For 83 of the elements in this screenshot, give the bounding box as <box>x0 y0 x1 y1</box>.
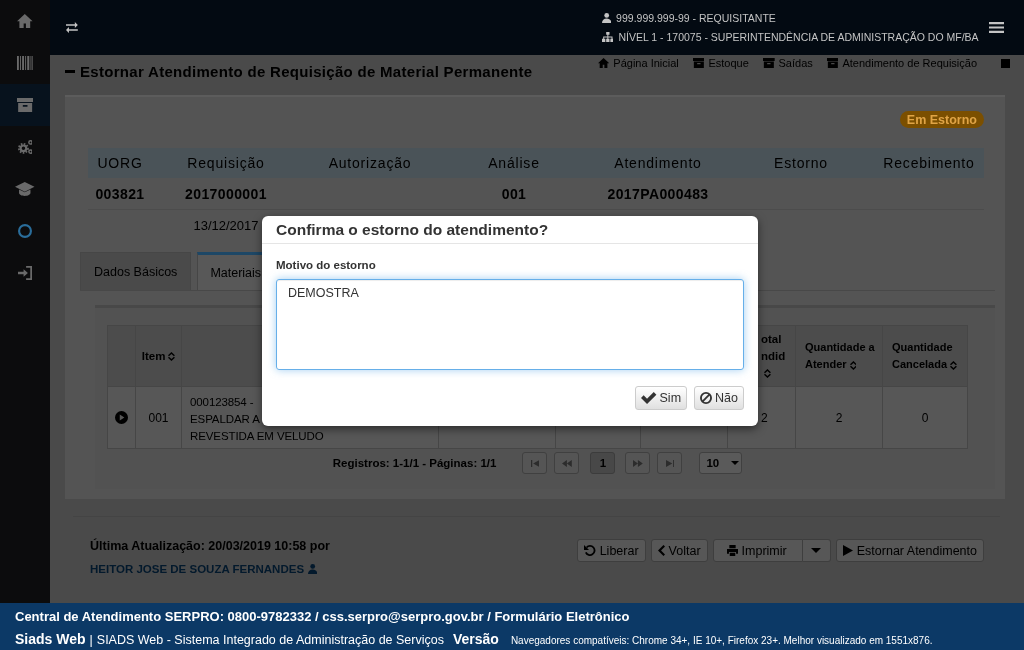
swap-arrows-icon[interactable] <box>66 22 78 33</box>
box-icon <box>826 58 839 68</box>
home-icon <box>598 58 610 68</box>
table-cell: 003821 <box>95 185 145 202</box>
column-header[interactable]: Quantidade Cancelada <box>883 326 967 387</box>
material-description: REVESTIDA EM VELUDO <box>190 429 324 444</box>
first-page-icon <box>530 459 540 467</box>
app-description: SIADS Web - Sistema Integrado de Administração de Serviços <box>96 633 444 647</box>
table-cell: 2 <box>835 410 843 425</box>
separator-text: | <box>89 633 93 647</box>
tab[interactable]: Dados Básicos <box>80 252 192 290</box>
box-icon <box>762 58 775 68</box>
action-button[interactable]: Estornar Atendimento <box>835 539 984 562</box>
material-description: 000123854 - <box>190 395 254 410</box>
user-info: 999.999.999-99 - REQUISITANTE <box>616 12 776 24</box>
reason-field[interactable]: DEMOSTRA <box>276 279 744 370</box>
breadcrumb-link[interactable]: Atendimento de Requisição <box>826 57 977 69</box>
page-size-select[interactable]: 10 <box>699 452 743 474</box>
table-cell: 13/12/2017 <box>193 217 259 233</box>
square-icon[interactable] <box>1001 58 1010 68</box>
printer-icon <box>726 545 738 556</box>
table-cell: 001 <box>501 185 527 202</box>
column-header: Atendimento <box>588 148 728 178</box>
play-icon <box>842 545 853 556</box>
undo-icon <box>584 545 596 556</box>
graduation-cap-icon <box>15 182 35 196</box>
version-label: Versão <box>452 631 499 647</box>
column-header[interactable]: Item <box>136 326 182 387</box>
org-unit: NÍVEL 1 - 170075 - SUPERINTENDÊNCIA DE ADMINISTRAÇÃO DO MF/BA <box>618 31 979 43</box>
box-icon <box>692 58 705 68</box>
field-label: Motivo do estorno <box>276 258 377 272</box>
dialog-button[interactable]: Sim <box>635 386 688 410</box>
browser-note: Navegadores compatíveis: Chrome 34+, IE 10+, Firefox 23+. Melhor visualizado em 1551x876. <box>510 635 933 646</box>
column-header: Requisição <box>152 148 300 178</box>
column-header[interactable]: otal ndid <box>759 326 796 387</box>
table-cell: 0 <box>921 410 929 425</box>
table-cell: 2 <box>761 410 768 425</box>
table-cell: 2017PA000483 <box>607 185 709 202</box>
gears-icon <box>17 140 33 154</box>
previous-page-icon <box>562 459 572 467</box>
column-header[interactable]: Quantidade a Atender <box>796 326 883 387</box>
caret-down-icon <box>811 548 822 553</box>
table-cell: 001 <box>148 410 169 425</box>
column-header: UORG <box>88 148 152 178</box>
ring-icon <box>18 224 32 238</box>
menu-icon[interactable] <box>988 22 1004 33</box>
check-icon <box>641 392 657 404</box>
column-header: Recebimento <box>874 148 984 178</box>
app-name: Siads Web <box>15 631 86 647</box>
chevron-left-icon <box>657 545 665 556</box>
ban-icon <box>700 392 713 404</box>
user-icon <box>601 13 612 23</box>
login-icon <box>17 266 33 280</box>
sidebar-item[interactable] <box>0 84 50 126</box>
last-update-text: Última Atualização: 20/03/2019 10:58 por <box>90 539 330 553</box>
column-header: Estorno <box>728 148 874 178</box>
barcode-icon <box>16 56 34 70</box>
caret-down-icon <box>731 461 740 465</box>
action-button[interactable]: Voltar <box>650 539 708 562</box>
user-link[interactable]: HEITOR JOSE DE SOUZA FERNANDES <box>90 563 305 575</box>
action-button[interactable]: Liberar <box>577 539 646 562</box>
column-header: Análise <box>440 148 588 178</box>
page-button[interactable]: 1 <box>590 452 616 474</box>
user-icon <box>308 564 318 574</box>
column-header: Autorização <box>300 148 440 178</box>
pagination-summary: Registros: 1-1/1 - Páginas: 1/1 <box>332 457 497 469</box>
dropdown-toggle[interactable] <box>802 539 831 562</box>
breadcrumb-link[interactable]: Saídas <box>762 57 813 69</box>
breadcrumb-link[interactable]: Estoque <box>692 57 749 69</box>
status-badge: Em Estorno <box>899 111 984 128</box>
action-button[interactable]: Imprimir <box>712 539 803 562</box>
sitemap-icon <box>601 32 614 42</box>
page-title: Estornar Atendimento de Requisição de Material Permanente <box>80 63 533 80</box>
dialog-title: Confirma o estorno do atendimento? <box>276 221 550 239</box>
archive-icon <box>16 98 34 112</box>
next-page-icon <box>633 459 643 467</box>
table-cell: 2017000001 <box>185 185 267 202</box>
material-description: ESPALDAR A <box>190 412 260 427</box>
last-page-icon <box>665 459 675 467</box>
dialog-button[interactable]: Não <box>694 386 744 410</box>
support-contact: Central de Atendimento SERPRO: 0800-9782332 / css.serpro@serpro.gov.br / Formulário Eletrônico <box>15 609 631 625</box>
home-icon <box>17 14 33 28</box>
breadcrumb-link[interactable]: Página Inicial <box>598 57 679 69</box>
